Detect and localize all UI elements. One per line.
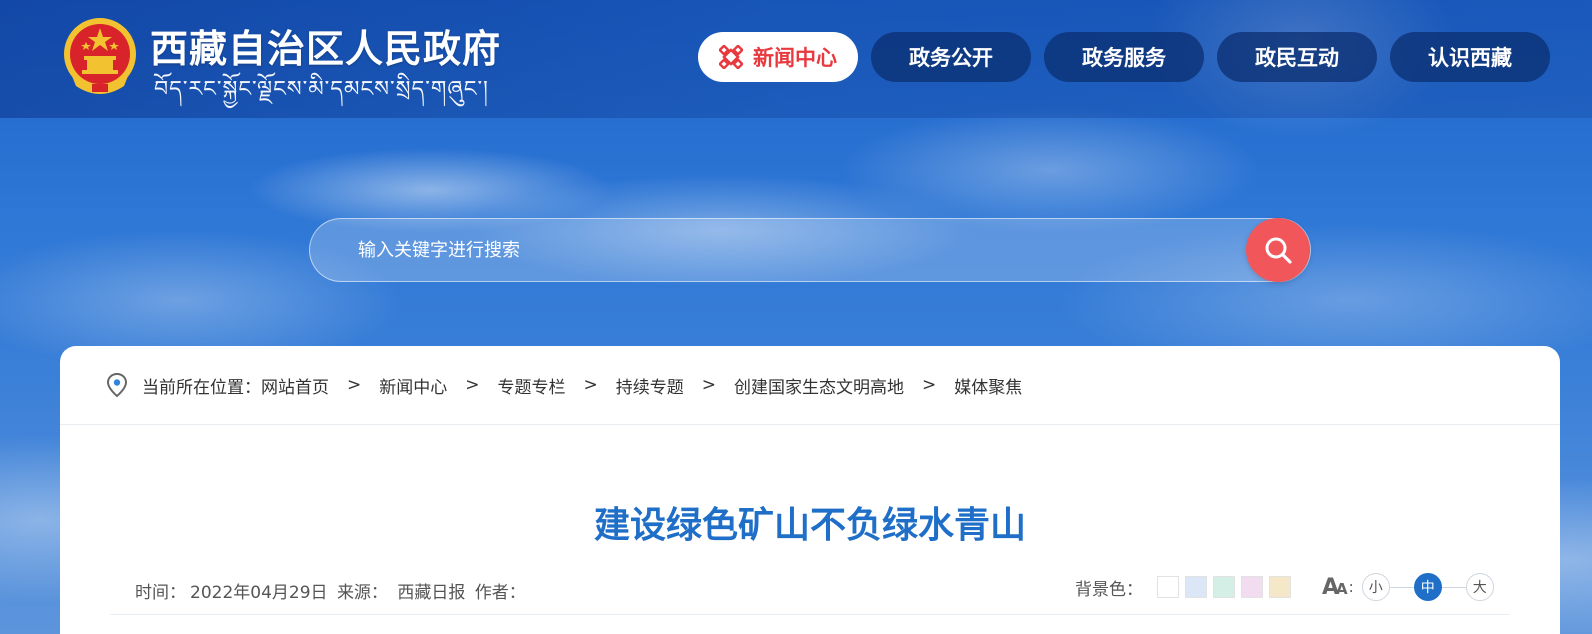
- breadcrumb-separator: >: [465, 375, 480, 395]
- source-value: 西藏日报: [397, 583, 466, 603]
- nav-item-label: 政务公开: [909, 46, 993, 70]
- breadcrumb-news-center[interactable]: 新闻中心: [379, 373, 447, 398]
- font-size-small-button[interactable]: 小: [1361, 573, 1390, 601]
- font-size-medium-button[interactable]: 中: [1413, 573, 1442, 601]
- nav-item-government-affairs[interactable]: 政务公开: [871, 32, 1031, 82]
- meta-divider: [110, 614, 1510, 615]
- breadcrumb-ecological-highland[interactable]: 创建国家生态文明高地: [734, 373, 904, 398]
- location-pin-icon: [106, 372, 128, 398]
- breadcrumb-continuing-topics[interactable]: 持续专题: [616, 373, 684, 398]
- search-button[interactable]: [1246, 218, 1310, 282]
- font-icon-letter-large: A: [1322, 574, 1339, 600]
- breadcrumb-separator: >: [583, 375, 598, 395]
- nav-item-public-interaction[interactable]: 政民互动: [1217, 32, 1377, 82]
- background-color-tools: 背景色：: [1075, 572, 1291, 602]
- breadcrumb: 当前所在位置： 网站首页 > 新闻中心 > 专题专栏 > 持续专题 > 创建国家…: [106, 346, 1022, 424]
- time-label: 时间：: [135, 583, 186, 603]
- breadcrumb-divider: [60, 424, 1560, 425]
- breadcrumb-separator: >: [701, 375, 716, 395]
- font-size-large-button[interactable]: 大: [1465, 573, 1494, 601]
- breadcrumb-separator: >: [922, 375, 937, 395]
- breadcrumb-media-focus[interactable]: 媒体聚焦: [954, 373, 1022, 398]
- nav-item-news-center[interactable]: 新闻中心: [698, 32, 858, 82]
- article-card: 当前所在位置： 网站首页 > 新闻中心 > 专题专栏 > 持续专题 > 创建国家…: [60, 346, 1560, 634]
- font-size-icon: AA: [1322, 574, 1348, 600]
- font-size-label: 中: [1420, 580, 1435, 596]
- bg-swatch-green[interactable]: [1213, 576, 1235, 598]
- font-size-tools: AA : 小 中 大: [1322, 572, 1494, 602]
- national-emblem-icon[interactable]: [62, 16, 138, 96]
- article-meta: 时间： 2022年04月29日 来源： 西藏日报 作者：: [135, 578, 530, 603]
- auspicious-knot-icon: [719, 45, 743, 69]
- bg-swatch-white[interactable]: [1157, 576, 1179, 598]
- font-size-colon: :: [1348, 578, 1354, 596]
- nav-item-label: 政务服务: [1082, 46, 1166, 70]
- time-value: 2022年04月29日: [190, 583, 328, 603]
- site-header: 西藏自治区人民政府 བོད་རང་སྐྱོང་ལྗོངས་མི་དམངས་སྲི…: [0, 0, 1592, 118]
- breadcrumb-prefix: 当前所在位置：: [142, 377, 261, 398]
- site-subtitle-tibetan: བོད་རང་སྐྱོང་ལྗོངས་མི་དམངས་སྲིད་གཞུང་།: [154, 77, 489, 102]
- search-input[interactable]: [358, 219, 1218, 281]
- nav-item-government-services[interactable]: 政务服务: [1044, 32, 1204, 82]
- bg-color-label: 背景色：: [1075, 579, 1143, 600]
- source-label: 来源：: [336, 583, 388, 603]
- breadcrumb-home[interactable]: 网站首页: [261, 373, 329, 398]
- bg-swatch-yellow[interactable]: [1269, 576, 1291, 598]
- article-title: 建设绿色矿山不负绿水青山: [593, 505, 1026, 546]
- author-label: 作者：: [474, 583, 526, 603]
- bg-swatch-pink[interactable]: [1241, 576, 1263, 598]
- breadcrumb-separator: >: [347, 375, 362, 395]
- search-icon: [1265, 237, 1292, 264]
- nav-item-label: 认识西藏: [1428, 46, 1512, 70]
- font-icon-letter-small: A: [1336, 579, 1347, 598]
- nav-item-label: 新闻中心: [753, 46, 837, 70]
- nav-item-label: 政民互动: [1255, 46, 1339, 70]
- main-nav: 新闻中心 政务公开 政务服务 政民互动 认识西藏: [698, 32, 1550, 82]
- search-bar: [309, 218, 1311, 282]
- font-size-label: 大: [1472, 580, 1487, 596]
- bg-swatch-blue[interactable]: [1185, 576, 1207, 598]
- font-size-connector: [1441, 586, 1466, 588]
- font-size-label: 小: [1368, 580, 1383, 596]
- nav-item-about-tibet[interactable]: 认识西藏: [1390, 32, 1550, 82]
- breadcrumb-special-topics[interactable]: 专题专栏: [498, 373, 566, 398]
- font-size-connector: [1389, 586, 1414, 588]
